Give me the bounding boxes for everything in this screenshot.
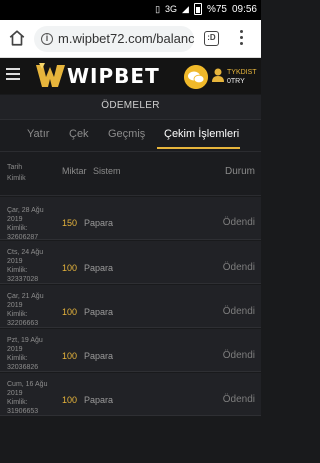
table-row[interactable]: Cts, 24 Ağu 2019 Kimlik: 32337028 100 Pa… [0,241,261,284]
tab-history[interactable]: Geçmiş [108,128,145,140]
page-background [0,416,261,463]
row-date: Çar, 28 Ağu 2019 Kimlik: 32606287 [7,207,44,240]
row-system: Papara [84,218,114,228]
row-amount: 100 [62,395,78,405]
url-field[interactable]: i m.wipbet72.com/balance [34,26,194,52]
row-system: Papara [84,351,114,361]
page-title: ÖDEMELER [0,95,261,120]
row-amount: 100 [62,307,78,317]
home-icon[interactable] [8,29,26,47]
info-icon[interactable]: i [41,33,53,45]
row-status: Ödendi [222,306,255,317]
vibrate-icon: ▯ [155,3,161,14]
row-date: Cts, 24 Ağu 2019 Kimlik: 32337028 [7,249,44,283]
user-icon[interactable] [212,68,224,82]
status-bar: ▯ 3G ◢ %75 09:56 [0,0,261,20]
user-info[interactable]: TYKDIST 0TRY [227,68,257,86]
row-date: Çar, 21 Ağu 2019 Kimlik: 32206663 [7,293,44,327]
table-row[interactable]: Cum, 16 Ağu 2019 Kimlik: 31906653 100 Pa… [0,373,261,416]
table-header: Tarih Kimlik Miktar Sistem Durum [0,152,261,196]
date-column-header: Tarih Kimlik [7,164,26,182]
site-header: WIPBET TYKDIST 0TRY [0,58,261,94]
row-status: Ödendi [222,262,255,273]
user-balance: 0TRY [227,78,245,85]
clock: 09:56 [231,3,257,15]
row-amount: 100 [62,351,78,361]
tab-deposit[interactable]: Yatır [27,128,49,140]
row-status: Ödendi [222,217,255,228]
row-date: Cum, 16 Ağu 2019 Kimlik: 31906653 [7,381,48,415]
table-row[interactable]: Çar, 21 Ağu 2019 Kimlik: 32206663 100 Pa… [0,285,261,328]
hamburger-menu-icon[interactable] [6,68,20,80]
row-amount: 150 [62,218,78,228]
browser-menu-icon[interactable] [238,30,244,48]
table-row[interactable]: Çar, 28 Ağu 2019 Kimlik: 32606287 150 Pa… [0,197,261,240]
row-system: Papara [84,395,114,405]
row-system: Papara [84,263,114,273]
network-type: 3G [165,4,178,14]
tab-withdrawal-transactions[interactable]: Çekim İşlemleri [164,128,239,140]
signal-icon: ◢ [182,3,189,14]
row-status: Ödendi [222,350,255,361]
username: TYKDIST [227,69,257,76]
url-text: m.wipbet72.com/balance [58,31,194,46]
system-column-header: Sistem [93,166,121,176]
row-amount: 100 [62,263,78,273]
tab-withdraw[interactable]: Çek [69,128,89,140]
table-row[interactable]: Pzt, 19 Ağu 2019 Kimlik: 32036826 100 Pa… [0,329,261,372]
active-tab-indicator [157,147,240,149]
row-date: Pzt, 19 Ağu 2019 Kimlik: 32036826 [7,337,43,371]
battery-icon [193,3,202,15]
row-status: Ödendi [222,394,255,405]
browser-toolbar: i m.wipbet72.com/balance :D [0,20,261,58]
logo-mark [36,63,65,87]
status-column-header: Durum [224,166,255,177]
site-logo[interactable]: WIPBET [36,61,160,91]
row-system: Papara [84,307,114,317]
battery-percent: %75 [206,3,227,15]
tab-switcher-button[interactable]: :D [204,31,219,46]
amount-column-header: Miktar [62,166,87,176]
chat-icon[interactable] [184,65,208,89]
